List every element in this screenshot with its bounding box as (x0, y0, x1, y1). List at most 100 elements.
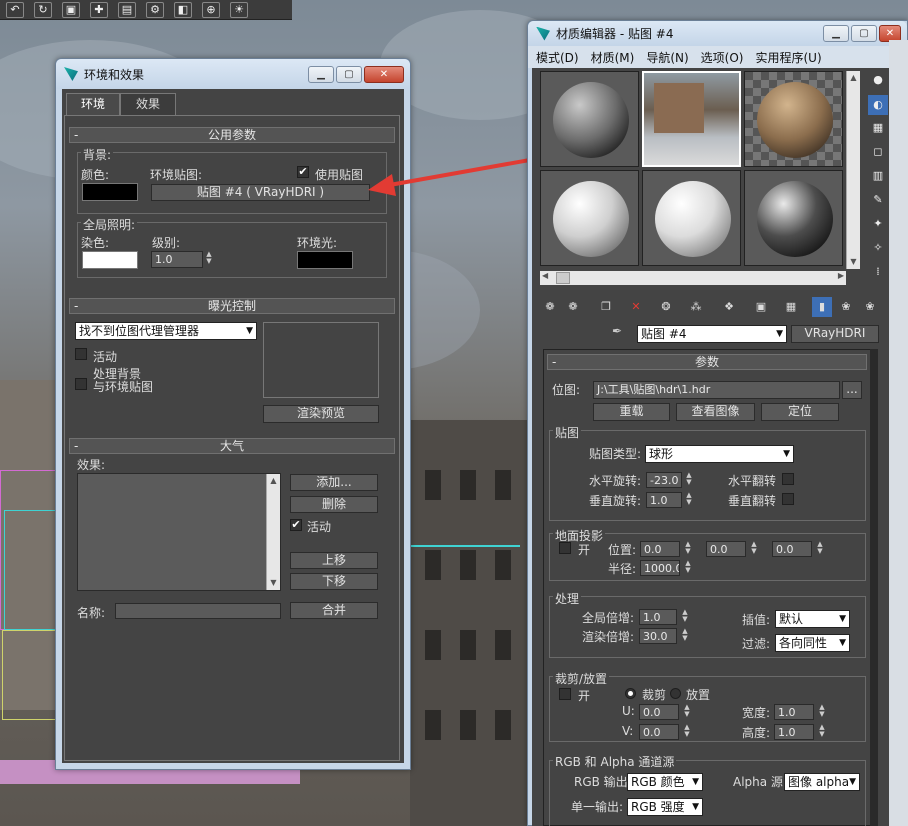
select-by-material-icon[interactable]: ✧ (868, 238, 888, 258)
options-icon[interactable]: ✦ (868, 214, 888, 234)
place-radio[interactable] (670, 688, 681, 699)
v-spinner[interactable]: ▲ ▼ (682, 724, 692, 738)
position-y-spinner[interactable]: ▲ ▼ (749, 541, 759, 555)
maximize-button[interactable]: ▢ (851, 25, 877, 42)
video-color-check-icon[interactable]: ▥ (868, 166, 888, 186)
go-forward-sibling-icon[interactable]: ❀ (836, 297, 856, 317)
crop-group-label: 裁剪/放置 (553, 670, 610, 687)
view-image-button[interactable]: 查看图像 (676, 403, 755, 421)
overall-mult-input[interactable]: 1.0 (639, 609, 677, 625)
sample-sphere (757, 181, 833, 257)
filter-dropdown[interactable]: 各向同性 ▼ (775, 634, 850, 652)
width-input[interactable]: 1.0 (774, 704, 814, 720)
ground-on-checkbox[interactable] (559, 542, 571, 554)
reset-map-icon[interactable]: ✕ (626, 297, 646, 317)
material-slot-1[interactable] (540, 71, 639, 167)
render-mult-input[interactable]: 30.0 (639, 628, 677, 644)
scroll-thumb[interactable] (556, 272, 570, 284)
material-slot-5[interactable] (642, 170, 741, 266)
minimize-button[interactable]: ▁ (823, 25, 849, 42)
menu-material[interactable]: 材质(M) (591, 49, 635, 65)
bitmap-path-field[interactable]: J:\工具\贴图\hdr\1.hdr (593, 381, 840, 399)
interpolation-label: 插值: (742, 613, 771, 627)
material-slot-4[interactable] (540, 170, 639, 266)
v-flip-label: 垂直翻转 (728, 494, 777, 508)
reload-button[interactable]: 重载 (593, 403, 670, 421)
slots-horizontal-scrollbar[interactable]: ◀ ▶ (540, 271, 846, 285)
interpolation-dropdown[interactable]: 默认 ▼ (775, 610, 850, 628)
processing-group-label: 处理 (553, 590, 582, 607)
assign-to-selection-icon[interactable]: ❐ (596, 297, 616, 317)
get-material-icon[interactable]: ❁ (540, 297, 560, 317)
eyedropper-icon[interactable]: ✒ (612, 324, 622, 338)
overall-mult-spinner[interactable]: ▲ ▼ (680, 609, 690, 623)
scroll-right-icon[interactable]: ▶ (838, 271, 844, 280)
put-to-library-icon[interactable]: ⁂ (686, 297, 706, 317)
mapping-type-dropdown[interactable]: 球形 ▼ (645, 445, 794, 463)
position-x-input[interactable]: 0.0 (640, 541, 680, 557)
put-to-scene-icon[interactable]: ❁ (563, 297, 583, 317)
height-spinner[interactable]: ▲ ▼ (817, 724, 827, 738)
menu-options[interactable]: 选项(O) (701, 49, 744, 65)
menu-utilities[interactable]: 实用程序(U) (755, 49, 821, 65)
v-rotation-input[interactable]: 1.0 (646, 492, 682, 508)
radius-label: 半径: (608, 562, 637, 576)
mono-output-dropdown[interactable]: RGB 强度 ▼ (627, 798, 703, 816)
height-input[interactable]: 1.0 (774, 724, 814, 740)
material-slot-3[interactable] (744, 71, 843, 167)
mapping-group-label: 贴图 (553, 424, 582, 441)
material-slot-6[interactable] (744, 170, 843, 266)
alpha-source-dropdown[interactable]: 图像 alpha ▼ (784, 773, 860, 791)
slots-vertical-scrollbar[interactable]: ▲ ▼ (846, 71, 860, 269)
show-map-in-viewport-icon[interactable]: ▣ (751, 297, 771, 317)
radius-input[interactable]: 1000.0 (640, 560, 680, 576)
position-z-spinner[interactable]: ▲ ▼ (815, 541, 825, 555)
h-rotation-input[interactable]: -23.0 (646, 472, 682, 488)
h-flip-checkbox[interactable] (782, 473, 794, 485)
mat-titlebar[interactable]: 材质编辑器 - 贴图 #4 ▁ ▢ ✕ (528, 21, 907, 46)
menu-mode[interactable]: 模式(D) (536, 49, 579, 65)
v-rotation-spinner[interactable]: ▲ ▼ (684, 492, 694, 506)
map-name-dropdown[interactable]: 贴图 #4 ▼ (637, 325, 787, 343)
v-flip-checkbox[interactable] (782, 493, 794, 505)
scroll-up-icon[interactable]: ▲ (847, 71, 860, 85)
position-z-input[interactable]: 0.0 (772, 541, 812, 557)
make-preview-icon[interactable]: ✎ (868, 190, 888, 210)
radius-spinner[interactable]: ▲ ▼ (683, 560, 693, 574)
render-mult-spinner[interactable]: ▲ ▼ (680, 628, 690, 642)
sample-type-icon[interactable]: ● (868, 70, 888, 90)
sample-sphere (757, 82, 833, 158)
show-end-result-icon[interactable]: ▦ (781, 297, 801, 317)
v-input[interactable]: 0.0 (639, 724, 679, 740)
position-y-input[interactable]: 0.0 (706, 541, 746, 557)
map-type-button[interactable]: VRayHDRI (791, 325, 879, 343)
make-unique-icon[interactable]: ❂ (656, 297, 676, 317)
browse-button[interactable]: ... (842, 381, 862, 399)
go-to-parent-icon[interactable]: ▮ (812, 297, 832, 317)
u-spinner[interactable]: ▲ ▼ (682, 704, 692, 718)
scroll-down-icon[interactable]: ▼ (847, 255, 860, 269)
crop-radio[interactable] (625, 688, 636, 699)
sample-sphere (553, 181, 629, 257)
position-x-spinner[interactable]: ▲ ▼ (683, 541, 693, 555)
h-rotation-spinner[interactable]: ▲ ▼ (684, 472, 694, 486)
sample-uv-icon[interactable]: ◻ (868, 142, 888, 162)
locate-button[interactable]: 定位 (761, 403, 839, 421)
rgb-output-dropdown[interactable]: RGB 颜色 ▼ (627, 773, 703, 791)
u-input[interactable]: 0.0 (639, 704, 679, 720)
material-slot-2-hdri[interactable] (642, 71, 741, 167)
material-id-channel-icon[interactable]: ❖ (719, 297, 739, 317)
parameters-scrollbar[interactable] (870, 349, 878, 826)
filter-label: 过滤: (742, 637, 771, 651)
rollout-parameters[interactable]: - 参数 (547, 354, 867, 370)
crop-on-checkbox[interactable] (559, 688, 571, 700)
width-spinner[interactable]: ▲ ▼ (817, 704, 827, 718)
v-rotation-label: 垂直旋转: (589, 494, 642, 508)
scroll-left-icon[interactable]: ◀ (542, 271, 548, 280)
backlight-icon[interactable]: ◐ (868, 95, 888, 115)
ground-on-label: 开 (578, 543, 591, 557)
menu-navigation[interactable]: 导航(N) (646, 49, 688, 65)
pick-material-icon[interactable]: ❀ (860, 297, 880, 317)
background-pattern-icon[interactable]: ▦ (868, 118, 888, 138)
material-map-navigator-icon[interactable]: ⁞ (868, 262, 888, 282)
